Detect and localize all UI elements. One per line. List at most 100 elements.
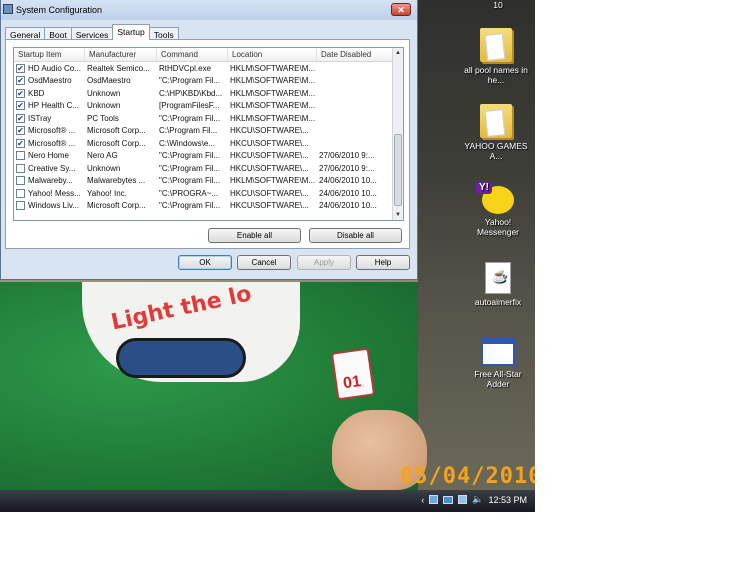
startup-item-cell: Creative Sy... bbox=[14, 163, 85, 173]
disable-all-button[interactable]: Disable all bbox=[309, 228, 402, 243]
startup-item-checkbox[interactable]: ✔ bbox=[16, 76, 25, 86]
desktop-icon-yahoo-games[interactable]: YAHOO GAMES A... bbox=[464, 104, 528, 161]
startup-item-checkbox[interactable] bbox=[16, 201, 25, 211]
startup-item-checkbox[interactable]: ✔ bbox=[16, 126, 25, 136]
startup-item-checkbox[interactable]: ✔ bbox=[16, 101, 25, 111]
column-header-manufacturer[interactable]: Manufacturer bbox=[85, 48, 157, 61]
enable-all-button[interactable]: Enable all bbox=[208, 228, 301, 243]
command-cell: [ProgramFilesF... bbox=[159, 101, 220, 111]
help-button[interactable]: Help bbox=[356, 255, 410, 270]
manufacturer-cell: Unknown bbox=[87, 101, 121, 111]
monitor-icon[interactable] bbox=[443, 495, 454, 504]
desktop-icon-autoaimerfix[interactable]: autoaimerfix bbox=[466, 262, 530, 307]
folder-icon bbox=[480, 28, 512, 62]
display-icon[interactable] bbox=[458, 495, 468, 504]
desktop-icon-label: Yahoo! Messenger bbox=[476, 217, 520, 237]
tab-startup[interactable]: Startup bbox=[112, 24, 150, 40]
list-scrollbar[interactable]: ▲ ▼ bbox=[392, 48, 403, 220]
startup-item-checkbox[interactable]: ✔ bbox=[16, 88, 25, 98]
startup-item-name: Microsoft® ... bbox=[28, 138, 76, 148]
apply-button[interactable]: Apply bbox=[297, 255, 351, 270]
table-row[interactable]: ✔ OsdMaestro OsdMaestro "C:\Program Fil... H… bbox=[14, 75, 403, 88]
table-row[interactable]: ✔ Microsoft® ... Microsoft Corp... C:\Progr… bbox=[14, 125, 403, 138]
scroll-up-arrow-icon[interactable]: ▲ bbox=[393, 48, 403, 58]
startup-item-cell: ✔ HP Health C... bbox=[14, 101, 85, 111]
startup-item-checkbox[interactable] bbox=[16, 188, 25, 198]
window-title: System Configuration bbox=[16, 5, 103, 15]
date-disabled-cell: 24/06/2010 10... bbox=[319, 201, 377, 211]
startup-item-checkbox[interactable] bbox=[16, 176, 25, 186]
column-header-date-disabled[interactable]: Date Disabled bbox=[317, 48, 397, 61]
tray-expand-chevron[interactable]: ‹ bbox=[421, 495, 424, 505]
title-bar[interactable]: System Configuration ✕ bbox=[1, 0, 417, 20]
tab-strip: General Boot Services Startup Tools bbox=[5, 24, 179, 40]
startup-item-name: OsdMaestro bbox=[28, 76, 72, 86]
column-header-location[interactable]: Location bbox=[228, 48, 317, 61]
desktop-icon-yahoo-messenger[interactable]: Yahoo! Messenger bbox=[466, 182, 530, 237]
startup-item-checkbox[interactable] bbox=[16, 163, 25, 173]
manufacturer-cell: Microsoft Corp... bbox=[87, 126, 146, 136]
startup-item-name: Microsoft® ... bbox=[28, 126, 76, 136]
column-header-command[interactable]: Command bbox=[157, 48, 228, 61]
manufacturer-cell: Malwarebytes ... bbox=[87, 176, 146, 186]
desktop-icon-pool-names[interactable]: all pool names in he... bbox=[464, 28, 528, 85]
volume-icon[interactable]: 🔈 bbox=[472, 494, 483, 505]
date-disabled-cell: 27/06/2010 9:... bbox=[319, 163, 375, 173]
column-header-startup-item[interactable]: Startup Item bbox=[14, 48, 85, 61]
startup-item-checkbox[interactable] bbox=[16, 151, 25, 161]
location-cell: HKCU\SOFTWARE\... bbox=[230, 126, 309, 136]
startup-item-cell: ✔ OsdMaestro bbox=[14, 76, 85, 86]
location-cell: HKLM\SOFTWARE\M... bbox=[230, 76, 316, 86]
clock[interactable]: 12:53 PM bbox=[488, 495, 527, 505]
command-cell: RtHDVCpl.exe bbox=[159, 63, 212, 73]
manufacturer-cell: Microsoft Corp... bbox=[87, 201, 146, 211]
photo-date-stamp: 05/04/2010 bbox=[400, 464, 535, 489]
table-row[interactable]: ✔ HP Health C... Unknown [ProgramFilesF... H… bbox=[14, 100, 403, 113]
command-cell: "C:\Program Fil... bbox=[159, 176, 221, 186]
cancel-button[interactable]: Cancel bbox=[237, 255, 291, 270]
startup-item-cell: Windows Liv... bbox=[14, 201, 85, 211]
photo-sleeve-badge: 01 bbox=[330, 347, 376, 401]
date-disabled-cell: 24/06/2010 10... bbox=[319, 188, 377, 198]
startup-item-cell: Yahoo! Mess... bbox=[14, 188, 85, 198]
manufacturer-cell: OsdMaestro bbox=[87, 76, 131, 86]
list-rows: ✔ HD Audio Co... Realtek Semico... RtHDVCpl… bbox=[14, 62, 403, 212]
ok-button[interactable]: OK bbox=[178, 255, 232, 270]
scroll-thumb[interactable] bbox=[394, 134, 402, 206]
startup-items-list[interactable]: Startup Item Manufacturer Command Locati… bbox=[13, 47, 404, 221]
manufacturer-cell: Unknown bbox=[87, 163, 121, 173]
close-button[interactable]: ✕ bbox=[391, 3, 411, 16]
location-cell: HKLM\SOFTWARE\M... bbox=[230, 88, 316, 98]
table-row[interactable]: Yahoo! Mess... Yahoo! Inc. "C:\PROGRA~... H… bbox=[14, 187, 403, 200]
scroll-down-arrow-icon[interactable]: ▼ bbox=[393, 210, 403, 220]
table-row[interactable]: Malwareby... Malwarebytes ... "C:\Program … bbox=[14, 175, 403, 188]
command-cell: C:\HP\KBD\Kbd... bbox=[159, 88, 223, 98]
startup-item-name: KBD bbox=[28, 88, 45, 98]
table-row[interactable]: Creative Sy... Unknown "C:\Program Fil... H… bbox=[14, 162, 403, 175]
startup-item-checkbox[interactable]: ✔ bbox=[16, 113, 25, 123]
command-cell: C:\Windows\e... bbox=[159, 138, 216, 148]
photo-shirt-graphic bbox=[116, 338, 246, 378]
table-row[interactable]: ✔ HD Audio Co... Realtek Semico... RtHDVCpl… bbox=[14, 62, 403, 75]
startup-item-cell: Nero Home bbox=[14, 151, 85, 161]
startup-item-name: Nero Home bbox=[28, 151, 69, 161]
command-cell: "C:\Program Fil... bbox=[159, 201, 221, 211]
desktop-icon-label: all pool names in he... bbox=[464, 65, 528, 85]
startup-item-checkbox[interactable]: ✔ bbox=[16, 63, 25, 73]
table-row[interactable]: Nero Home Nero AG "C:\Program Fil... HKCU\S… bbox=[14, 150, 403, 163]
command-cell: "C:\Program Fil... bbox=[159, 76, 221, 86]
location-cell: HKLM\SOFTWARE\M... bbox=[230, 101, 316, 111]
startup-item-checkbox[interactable]: ✔ bbox=[16, 138, 25, 148]
table-row[interactable]: Windows Liv... Microsoft Corp... "C:\Progr… bbox=[14, 200, 403, 213]
manufacturer-cell: Nero AG bbox=[87, 151, 118, 161]
startup-item-cell: ✔ KBD bbox=[14, 88, 85, 98]
desktop-icon-free-allstar-adder[interactable]: Free All-Star Adder bbox=[466, 338, 530, 389]
desktop-icon-label: autoaimerfix bbox=[474, 297, 522, 307]
startup-item-name: Creative Sy... bbox=[28, 163, 76, 173]
table-row[interactable]: ✔ Microsoft® ... Microsoft Corp... C:\Windo… bbox=[14, 137, 403, 150]
table-row[interactable]: ✔ ISTray PC Tools "C:\Program Fil... HKLM\SO… bbox=[14, 112, 403, 125]
table-row[interactable]: ✔ KBD Unknown C:\HP\KBD\Kbd... HKLM\SOFTWARE… bbox=[14, 87, 403, 100]
location-cell: HKCU\SOFTWARE\... bbox=[230, 138, 309, 148]
location-cell: HKLM\SOFTWARE\M... bbox=[230, 63, 316, 73]
network-icon[interactable] bbox=[429, 495, 439, 504]
